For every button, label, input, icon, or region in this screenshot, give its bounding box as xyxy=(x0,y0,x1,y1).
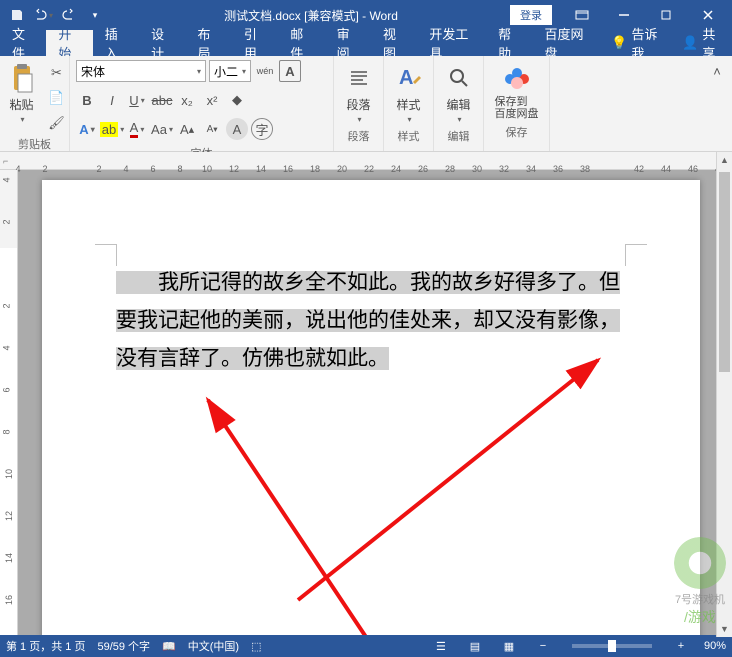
zoom-in-icon[interactable]: + xyxy=(670,637,692,655)
tab-mailings[interactable]: 邮件 xyxy=(278,30,324,56)
read-mode-icon[interactable]: ☰ xyxy=(430,637,452,655)
qat-customize-icon[interactable]: ▾ xyxy=(84,4,106,26)
redo-icon[interactable] xyxy=(58,4,80,26)
web-layout-icon[interactable]: ▦ xyxy=(498,637,520,655)
paste-button[interactable]: 粘贴 ▾ xyxy=(2,60,42,126)
text-effects-icon[interactable]: A▾ xyxy=(76,118,98,140)
group-label-editing: 编辑 xyxy=(448,126,470,144)
clear-format-icon[interactable]: ◆ xyxy=(226,89,248,111)
tab-home[interactable]: 开始 xyxy=(46,30,92,56)
subscript-button[interactable]: x₂ xyxy=(176,89,198,111)
font-size-select[interactable]: 小二▾ xyxy=(209,60,251,82)
group-label-clipboard: 剪贴板 xyxy=(18,134,51,152)
status-bar: 第 1 页，共 1 页 59/59 个字 📖 中文(中国) ⬚ ☰ ▤ ▦ − … xyxy=(0,635,732,657)
document-scroll-area[interactable]: 我所记得的故乡全不如此。我的故乡好得多了。但 要我记起他的美丽，说出他的佳处来，… xyxy=(18,170,732,635)
tell-me[interactable]: 💡告诉我 xyxy=(601,30,672,56)
find-icon xyxy=(443,62,475,94)
enclose-char-icon[interactable]: 字 xyxy=(251,118,273,140)
clipboard-icon xyxy=(6,62,38,94)
share-button[interactable]: 👤共享 xyxy=(672,30,732,56)
scroll-down-icon[interactable]: ▼ xyxy=(717,621,732,637)
tab-review[interactable]: 审阅 xyxy=(325,30,371,56)
lightbulb-icon: 💡 xyxy=(611,35,627,51)
page: 我所记得的故乡全不如此。我的故乡好得多了。但 要我记起他的美丽，说出他的佳处来，… xyxy=(42,180,700,635)
tab-file[interactable]: 文件 xyxy=(0,30,46,56)
format-painter-icon[interactable]: 🖌 xyxy=(46,112,68,134)
margin-corner-icon xyxy=(95,244,117,266)
highlight-icon[interactable]: ab▾ xyxy=(101,118,123,140)
ribbon-tabs: 文件 开始 插入 设计 布局 引用 邮件 审阅 视图 开发工具 帮助 百度网盘 … xyxy=(0,30,732,56)
italic-button[interactable]: I xyxy=(101,89,123,111)
styles-icon: A xyxy=(393,62,425,94)
zoom-out-icon[interactable]: − xyxy=(532,637,554,655)
paragraph-icon xyxy=(343,62,375,94)
font-color-icon[interactable]: A▾ xyxy=(126,118,148,140)
font-name-select[interactable]: 宋体▾ xyxy=(76,60,206,82)
strikethrough-button[interactable]: abc xyxy=(151,89,173,111)
undo-icon[interactable]: ▾ xyxy=(32,4,54,26)
print-layout-icon[interactable]: ▤ xyxy=(464,637,486,655)
zoom-slider[interactable] xyxy=(572,644,652,648)
styles-button[interactable]: A 样式▾ xyxy=(389,60,429,126)
tab-selector-icon[interactable]: ⌐ xyxy=(3,156,8,166)
horizontal-ruler[interactable]: ⌐ 42246810121416182022242628303234363842… xyxy=(0,152,732,170)
group-label-paragraph: 段落 xyxy=(348,126,370,144)
scrollbar-thumb[interactable] xyxy=(719,172,730,372)
svg-text:A: A xyxy=(399,67,413,89)
page-number-status[interactable]: 第 1 页，共 1 页 xyxy=(6,638,85,654)
char-border-icon[interactable]: A xyxy=(279,60,301,82)
tab-help[interactable]: 帮助 xyxy=(486,30,532,56)
char-shading-icon[interactable]: A xyxy=(226,118,248,140)
change-case-icon[interactable]: Aa▾ xyxy=(151,118,173,140)
scroll-up-icon[interactable]: ▲ xyxy=(717,152,732,168)
editing-button[interactable]: 编辑▾ xyxy=(439,60,479,126)
cut-icon[interactable]: ✂ xyxy=(46,62,68,84)
tab-view[interactable]: 视图 xyxy=(371,30,417,56)
group-label-save: 保存 xyxy=(506,122,528,140)
copy-icon[interactable]: 📄 xyxy=(46,87,68,109)
tab-baidu[interactable]: 百度网盘 xyxy=(533,30,602,56)
grow-font-icon[interactable]: wén xyxy=(254,60,276,82)
group-label-styles: 样式 xyxy=(398,126,420,144)
save-icon[interactable] xyxy=(6,4,28,26)
zoom-level[interactable]: 90% xyxy=(704,640,726,652)
superscript-button[interactable]: x² xyxy=(201,89,223,111)
tab-references[interactable]: 引用 xyxy=(232,30,278,56)
margin-corner-icon xyxy=(625,244,647,266)
tab-developer[interactable]: 开发工具 xyxy=(417,30,486,56)
login-button[interactable]: 登录 xyxy=(510,5,552,25)
grow-font2-icon[interactable]: A▴ xyxy=(176,118,198,140)
word-count-status[interactable]: 59/59 个字 xyxy=(97,638,150,654)
paragraph-button[interactable]: 段落▾ xyxy=(339,60,379,126)
macro-status-icon[interactable]: ⬚ xyxy=(251,640,261,653)
tab-layout[interactable]: 布局 xyxy=(186,30,232,56)
document-title: 测试文档.docx [兼容模式] - Word xyxy=(112,7,510,24)
vertical-scrollbar[interactable]: ▲ ▼ xyxy=(716,152,732,637)
ribbon: 粘贴 ▾ ✂ 📄 🖌 剪贴板 宋体▾ 小二▾ wén A B I U▾ abc xyxy=(0,56,732,152)
collapse-ribbon-icon[interactable]: ˄ xyxy=(706,60,728,82)
spellcheck-icon[interactable]: 📖 xyxy=(162,640,176,653)
language-status[interactable]: 中文(中国) xyxy=(188,638,239,654)
share-icon: 👤 xyxy=(682,35,698,51)
shrink-font-icon[interactable]: A▾ xyxy=(201,118,223,140)
document-body-text[interactable]: 我所记得的故乡全不如此。我的故乡好得多了。但 要我记起他的美丽，说出他的佳处来，… xyxy=(116,264,626,377)
bold-button[interactable]: B xyxy=(76,89,98,111)
baidu-save-button[interactable]: 保存到 百度网盘 xyxy=(491,60,543,122)
underline-button[interactable]: U▾ xyxy=(126,89,148,111)
document-workspace: 42246810121416 我所记得的故乡全不如此。我的故乡好得多了。但 要我… xyxy=(0,170,732,635)
tab-insert[interactable]: 插入 xyxy=(93,30,139,56)
tab-design[interactable]: 设计 xyxy=(139,30,185,56)
vertical-ruler[interactable]: 42246810121416 xyxy=(0,170,18,635)
baidu-cloud-icon xyxy=(501,62,533,94)
